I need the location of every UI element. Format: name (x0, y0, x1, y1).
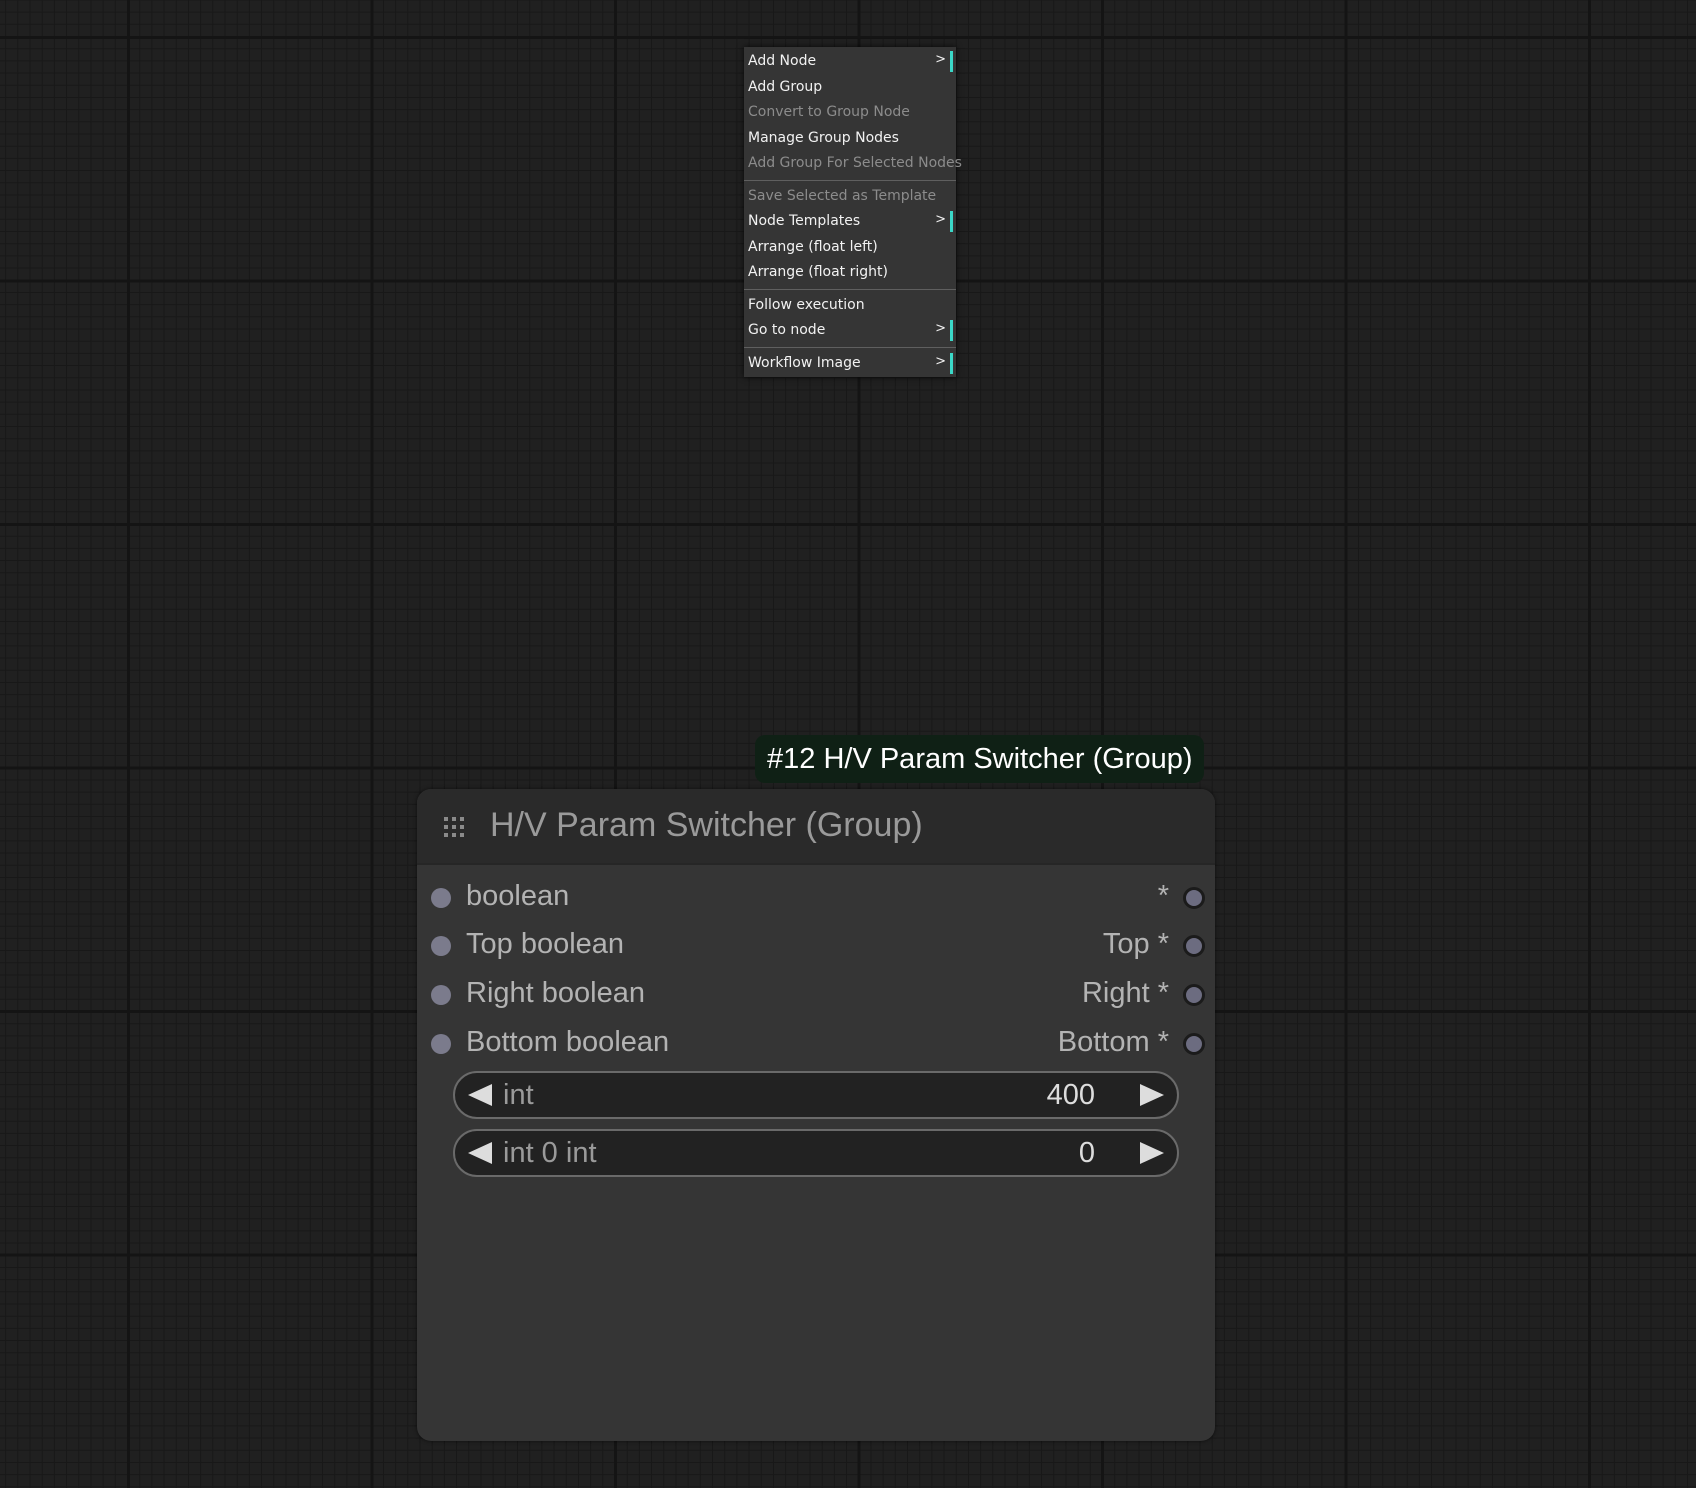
input-slot-label: Top boolean (466, 928, 625, 960)
output-slot-label: * (1157, 880, 1169, 912)
menu-item-label: Workflow Image (748, 354, 861, 371)
input-slot-dot[interactable] (431, 985, 451, 1005)
menu-item-arrange-float-right[interactable]: Arrange (float right) (744, 260, 956, 286)
menu-item-label: Go to node (748, 322, 826, 338)
slot-row: Bottom boolean Bottom * (417, 1022, 1215, 1066)
slot-row: boolean * (417, 876, 1215, 920)
menu-item-convert-to-group-node: Convert to Group Node (744, 100, 956, 126)
menu-item-label: Arrange (float left) (748, 238, 878, 255)
input-slot-dot[interactable] (431, 936, 451, 956)
input-slot-dot[interactable] (431, 888, 451, 908)
input-slot-label: Right boolean (466, 977, 645, 1009)
node-title: H/V Param Switcher (Group) (490, 806, 923, 844)
menu-item-label: Convert to Group Node (748, 104, 910, 120)
increment-arrow-icon[interactable] (1140, 1084, 1164, 1106)
submenu-arrow-icon: > (935, 352, 953, 374)
menu-item-label: Follow execution (748, 296, 865, 313)
input-slot-label: Bottom boolean (466, 1026, 670, 1058)
widget-value[interactable]: 0 (1079, 1137, 1095, 1170)
node-title-bar[interactable]: H/V Param Switcher (Group) (417, 789, 1215, 865)
menu-item-label: Node Templates (748, 213, 861, 229)
submenu-arrow-icon: > (935, 51, 953, 72)
menu-item-add-group[interactable]: Add Group (744, 75, 956, 101)
menu-item-go-to-node[interactable]: Go to node > (744, 318, 956, 344)
menu-item-add-group-for-selected-nodes: Add Group For Selected Nodes (744, 151, 962, 177)
input-slot-dot[interactable] (431, 1034, 451, 1054)
menu-item-label: Add Node (748, 53, 817, 69)
int-0-int-number-widget[interactable]: int 0 int 0 (453, 1129, 1179, 1177)
output-slot-label: Bottom * (1057, 1026, 1169, 1058)
menu-item-label: Save Selected as Template (748, 187, 937, 204)
increment-arrow-icon[interactable] (1140, 1142, 1164, 1164)
decrement-arrow-icon[interactable] (468, 1084, 492, 1106)
graph-canvas[interactable]: Add Node > Add Group Convert to Group No… (0, 0, 1696, 1488)
menu-item-label: Arrange (float right) (748, 264, 888, 280)
output-slot-dot[interactable] (1183, 935, 1205, 957)
menu-item-node-templates[interactable]: Node Templates > (744, 209, 956, 235)
submenu-arrow-icon: > (935, 211, 953, 232)
menu-separator (744, 346, 956, 348)
menu-item-arrange-float-left[interactable]: Arrange (float left) (744, 235, 956, 261)
context-menu: Add Node > Add Group Convert to Group No… (744, 47, 962, 377)
node-hv-param-switcher-group[interactable]: H/V Param Switcher (Group) boolean * Top… (417, 789, 1215, 1441)
menu-item-follow-execution[interactable]: Follow execution (744, 293, 956, 319)
widget-label: int (503, 1079, 534, 1111)
menu-separator (744, 288, 956, 290)
output-slot-label: Top * (1102, 928, 1169, 960)
menu-item-save-selected-as-template: Save Selected as Template (744, 184, 956, 210)
submenu-arrow-icon: > (935, 320, 953, 341)
widget-label: int 0 int (503, 1137, 597, 1169)
output-slot-dot[interactable] (1183, 984, 1205, 1006)
menu-item-manage-group-nodes[interactable]: Manage Group Nodes (744, 126, 956, 152)
output-slot-label: Right * (1081, 977, 1169, 1009)
widget-value[interactable]: 400 (1047, 1079, 1095, 1112)
menu-item-add-node[interactable]: Add Node > (744, 49, 956, 75)
slot-row: Top boolean Top * (417, 924, 1215, 968)
menu-item-workflow-image[interactable]: Workflow Image > (744, 351, 956, 377)
decrement-arrow-icon[interactable] (468, 1142, 492, 1164)
menu-item-label: Manage Group Nodes (748, 129, 899, 146)
slot-row: Right boolean Right * (417, 973, 1215, 1017)
grip-dots-icon[interactable] (444, 817, 464, 837)
int-number-widget[interactable]: int 400 (453, 1071, 1179, 1119)
output-slot-dot[interactable] (1183, 1033, 1205, 1055)
output-slot-dot[interactable] (1183, 887, 1205, 909)
node-id-badge: #12 H/V Param Switcher (Group) (755, 735, 1205, 783)
menu-item-label: Add Group (748, 78, 823, 95)
input-slot-label: boolean (466, 880, 570, 912)
menu-separator (744, 179, 956, 181)
menu-item-label: Add Group For Selected Nodes (748, 155, 962, 171)
